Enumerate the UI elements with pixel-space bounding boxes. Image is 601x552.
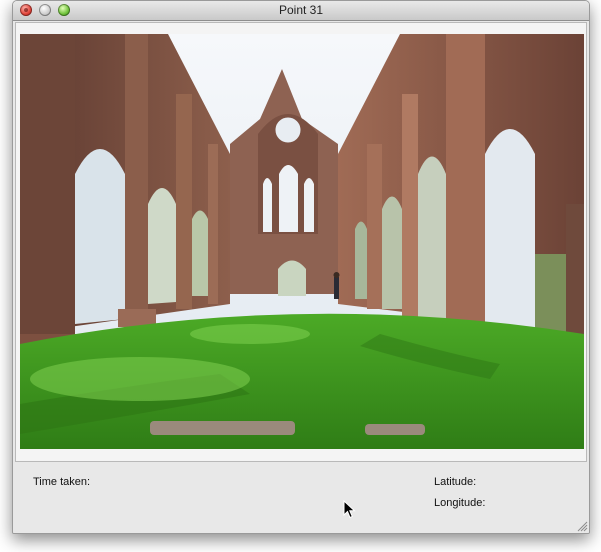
time-taken-label: Time taken: [33,476,91,488]
longitude-label: Longitude: [434,497,486,509]
abbey-ruins-photo [20,34,584,449]
latitude-label: Latitude: [434,476,477,488]
image-frame [15,22,587,462]
title-bar[interactable]: Point 31 [13,1,589,21]
arrow-cursor-icon [343,500,356,519]
window-title: Point 31 [278,3,324,17]
point-window: Point 31 Time taken: Latitude: Longitude… [12,0,590,534]
info-panel: Time taken: Latitude: Longitude: [13,463,589,533]
resize-grip-icon[interactable] [577,521,588,532]
